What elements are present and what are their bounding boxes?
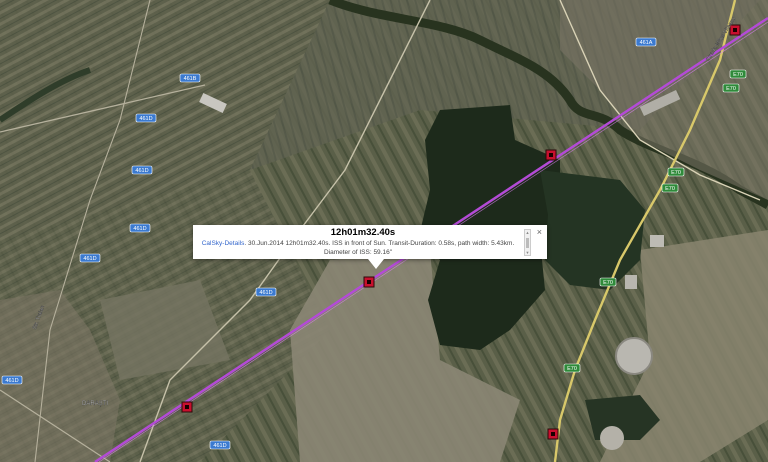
road-shield: E70 (661, 183, 679, 193)
road-shield-label: 461D (259, 290, 272, 296)
road-shield: E70 (667, 167, 685, 177)
info-popup: 12h01m32.40s CalSky-Details. 30.Jun.2014… (193, 225, 547, 269)
road-shield: E70 (599, 277, 617, 287)
road-shield: 461D (1, 375, 23, 385)
circular-building (615, 337, 653, 375)
transit-marker-icon[interactable] (547, 428, 559, 440)
scroll-up-icon[interactable]: ▲ (525, 230, 530, 235)
popup-body: CalSky-Details. 30.Jun.2014 12h01m32.40s… (199, 239, 517, 257)
transit-marker-icon[interactable] (545, 149, 557, 161)
road-shield: 461D (209, 440, 231, 450)
popup-details-text: . 30.Jun.2014 12h01m32.40s. ISS in front… (244, 240, 515, 247)
circular-building (600, 426, 624, 450)
road-shield-label: 461D (135, 168, 148, 174)
building (625, 275, 637, 289)
road-shield-label: 461A (640, 40, 653, 46)
road-shield: 461D (129, 223, 151, 233)
road-shield-label: 461D (83, 256, 96, 262)
road-shield: E70 (729, 69, 747, 79)
popup-scrollbar[interactable]: ▲ ▼ (524, 229, 531, 256)
popup-diameter-text: Diameter of ISS: 59.16" (323, 249, 393, 256)
building (650, 235, 664, 247)
road-shield-label: 461D (213, 443, 226, 449)
road-shield-label: E70 (733, 72, 743, 78)
road-shield: E70 (563, 363, 581, 373)
calsky-details-link[interactable]: CalSky-Details (202, 240, 245, 247)
road-shield-label: E70 (567, 366, 577, 372)
transit-marker-icon[interactable] (363, 276, 375, 288)
road-shield-label: E70 (665, 186, 675, 192)
road-shield-label: 461D (139, 116, 152, 122)
road-shield: E70 (722, 83, 740, 93)
road-shield-label: E70 (603, 280, 613, 286)
road-shield: 461D (255, 287, 277, 297)
road-shield-label: 461B (184, 76, 197, 82)
road-shield-label: E70 (671, 170, 681, 176)
popup-title: 12h01m32.40s (330, 227, 396, 238)
road-shield: 461D (135, 113, 157, 123)
close-icon[interactable]: × (537, 227, 542, 237)
road-shield-label: 461D (5, 378, 18, 384)
scrollbar-thumb[interactable] (526, 238, 529, 248)
place-label: DARAȘTI (82, 401, 108, 407)
scroll-down-icon[interactable]: ▼ (525, 250, 530, 255)
road-shield-label: 461D (133, 226, 146, 232)
road-shield: 461D (131, 165, 153, 175)
road-shield: 461B (179, 73, 201, 83)
road-shield: 461D (79, 253, 101, 263)
road-shield: 461A (635, 37, 657, 47)
transit-marker-icon[interactable] (181, 401, 193, 413)
road-shield-label: E70 (726, 86, 736, 92)
